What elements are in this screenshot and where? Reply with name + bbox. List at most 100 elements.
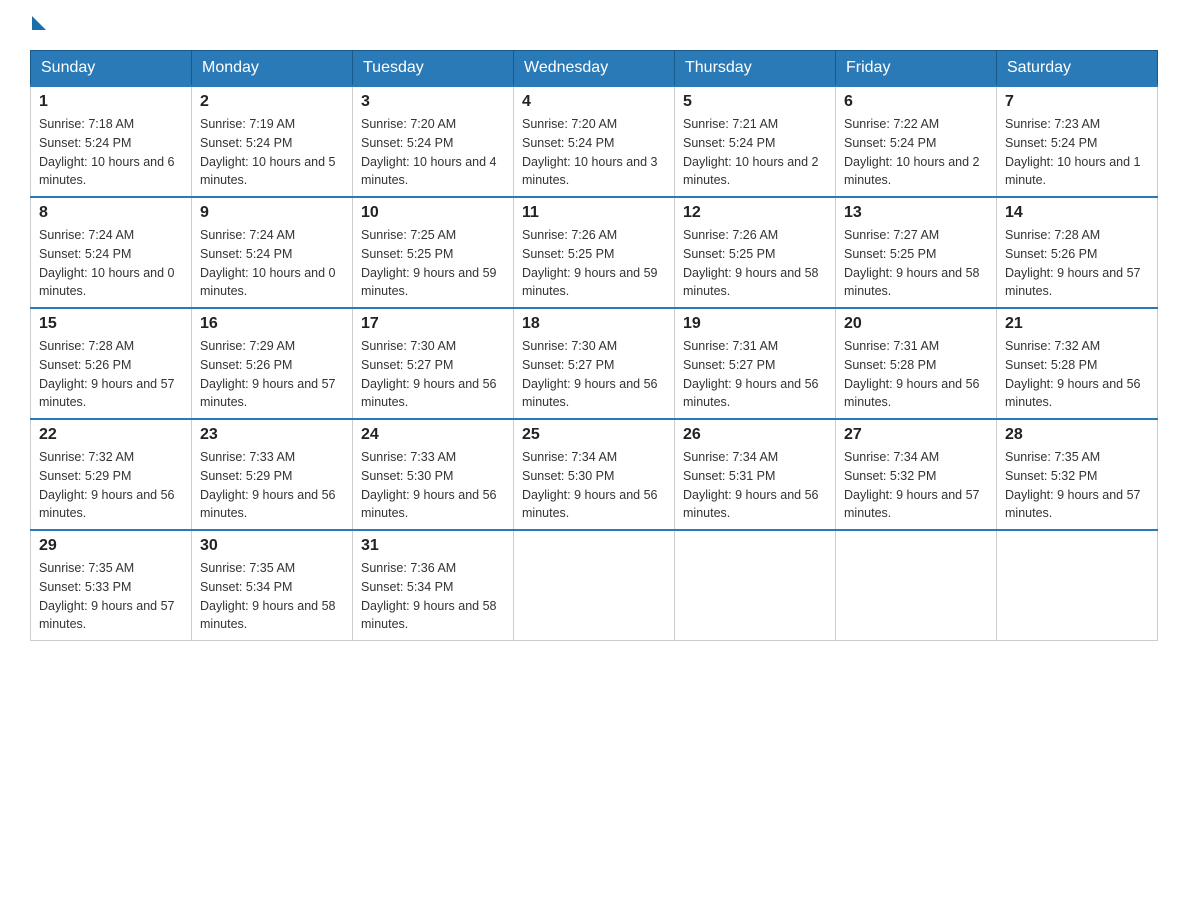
- day-info: Sunrise: 7:35 AMSunset: 5:33 PMDaylight:…: [39, 559, 183, 634]
- calendar-cell: 3 Sunrise: 7:20 AMSunset: 5:24 PMDayligh…: [353, 86, 514, 197]
- calendar-cell: 6 Sunrise: 7:22 AMSunset: 5:24 PMDayligh…: [836, 86, 997, 197]
- day-info: Sunrise: 7:34 AMSunset: 5:32 PMDaylight:…: [844, 448, 988, 523]
- calendar-cell: [836, 530, 997, 641]
- day-number: 20: [844, 315, 988, 333]
- calendar-cell: 19 Sunrise: 7:31 AMSunset: 5:27 PMDaylig…: [675, 308, 836, 419]
- day-header-thursday: Thursday: [675, 51, 836, 87]
- calendar-cell: 27 Sunrise: 7:34 AMSunset: 5:32 PMDaylig…: [836, 419, 997, 530]
- day-number: 4: [522, 93, 666, 111]
- day-number: 6: [844, 93, 988, 111]
- calendar-cell: 18 Sunrise: 7:30 AMSunset: 5:27 PMDaylig…: [514, 308, 675, 419]
- week-row-1: 1 Sunrise: 7:18 AMSunset: 5:24 PMDayligh…: [31, 86, 1158, 197]
- logo-arrow-icon: [32, 16, 46, 30]
- day-info: Sunrise: 7:34 AMSunset: 5:31 PMDaylight:…: [683, 448, 827, 523]
- day-header-wednesday: Wednesday: [514, 51, 675, 87]
- calendar-cell: 14 Sunrise: 7:28 AMSunset: 5:26 PMDaylig…: [997, 197, 1158, 308]
- calendar-cell: 17 Sunrise: 7:30 AMSunset: 5:27 PMDaylig…: [353, 308, 514, 419]
- day-info: Sunrise: 7:29 AMSunset: 5:26 PMDaylight:…: [200, 337, 344, 412]
- calendar-cell: 15 Sunrise: 7:28 AMSunset: 5:26 PMDaylig…: [31, 308, 192, 419]
- day-info: Sunrise: 7:31 AMSunset: 5:28 PMDaylight:…: [844, 337, 988, 412]
- day-info: Sunrise: 7:30 AMSunset: 5:27 PMDaylight:…: [361, 337, 505, 412]
- page-header: [30, 20, 1158, 30]
- day-number: 22: [39, 426, 183, 444]
- day-number: 9: [200, 204, 344, 222]
- day-header-saturday: Saturday: [997, 51, 1158, 87]
- week-row-2: 8 Sunrise: 7:24 AMSunset: 5:24 PMDayligh…: [31, 197, 1158, 308]
- day-info: Sunrise: 7:25 AMSunset: 5:25 PMDaylight:…: [361, 226, 505, 301]
- calendar-cell: 20 Sunrise: 7:31 AMSunset: 5:28 PMDaylig…: [836, 308, 997, 419]
- day-number: 25: [522, 426, 666, 444]
- day-info: Sunrise: 7:21 AMSunset: 5:24 PMDaylight:…: [683, 115, 827, 190]
- calendar-cell: [514, 530, 675, 641]
- day-info: Sunrise: 7:22 AMSunset: 5:24 PMDaylight:…: [844, 115, 988, 190]
- day-info: Sunrise: 7:18 AMSunset: 5:24 PMDaylight:…: [39, 115, 183, 190]
- calendar-cell: 26 Sunrise: 7:34 AMSunset: 5:31 PMDaylig…: [675, 419, 836, 530]
- day-number: 29: [39, 537, 183, 555]
- day-info: Sunrise: 7:32 AMSunset: 5:28 PMDaylight:…: [1005, 337, 1149, 412]
- day-number: 18: [522, 315, 666, 333]
- calendar-cell: 28 Sunrise: 7:35 AMSunset: 5:32 PMDaylig…: [997, 419, 1158, 530]
- calendar-cell: [675, 530, 836, 641]
- calendar-cell: 21 Sunrise: 7:32 AMSunset: 5:28 PMDaylig…: [997, 308, 1158, 419]
- calendar-cell: 7 Sunrise: 7:23 AMSunset: 5:24 PMDayligh…: [997, 86, 1158, 197]
- calendar-cell: 31 Sunrise: 7:36 AMSunset: 5:34 PMDaylig…: [353, 530, 514, 641]
- day-number: 28: [1005, 426, 1149, 444]
- day-number: 7: [1005, 93, 1149, 111]
- day-number: 27: [844, 426, 988, 444]
- day-number: 3: [361, 93, 505, 111]
- day-info: Sunrise: 7:23 AMSunset: 5:24 PMDaylight:…: [1005, 115, 1149, 190]
- day-number: 26: [683, 426, 827, 444]
- day-header-sunday: Sunday: [31, 51, 192, 87]
- calendar-cell: 29 Sunrise: 7:35 AMSunset: 5:33 PMDaylig…: [31, 530, 192, 641]
- calendar-cell: 1 Sunrise: 7:18 AMSunset: 5:24 PMDayligh…: [31, 86, 192, 197]
- day-number: 16: [200, 315, 344, 333]
- calendar-cell: 9 Sunrise: 7:24 AMSunset: 5:24 PMDayligh…: [192, 197, 353, 308]
- day-info: Sunrise: 7:26 AMSunset: 5:25 PMDaylight:…: [683, 226, 827, 301]
- day-info: Sunrise: 7:35 AMSunset: 5:32 PMDaylight:…: [1005, 448, 1149, 523]
- day-number: 1: [39, 93, 183, 111]
- day-info: Sunrise: 7:28 AMSunset: 5:26 PMDaylight:…: [39, 337, 183, 412]
- day-info: Sunrise: 7:33 AMSunset: 5:29 PMDaylight:…: [200, 448, 344, 523]
- day-header-monday: Monday: [192, 51, 353, 87]
- calendar-cell: 24 Sunrise: 7:33 AMSunset: 5:30 PMDaylig…: [353, 419, 514, 530]
- day-header-friday: Friday: [836, 51, 997, 87]
- day-number: 19: [683, 315, 827, 333]
- day-number: 24: [361, 426, 505, 444]
- day-number: 17: [361, 315, 505, 333]
- day-info: Sunrise: 7:34 AMSunset: 5:30 PMDaylight:…: [522, 448, 666, 523]
- week-row-3: 15 Sunrise: 7:28 AMSunset: 5:26 PMDaylig…: [31, 308, 1158, 419]
- calendar-cell: 30 Sunrise: 7:35 AMSunset: 5:34 PMDaylig…: [192, 530, 353, 641]
- week-row-5: 29 Sunrise: 7:35 AMSunset: 5:33 PMDaylig…: [31, 530, 1158, 641]
- day-number: 23: [200, 426, 344, 444]
- day-info: Sunrise: 7:33 AMSunset: 5:30 PMDaylight:…: [361, 448, 505, 523]
- day-info: Sunrise: 7:32 AMSunset: 5:29 PMDaylight:…: [39, 448, 183, 523]
- day-number: 13: [844, 204, 988, 222]
- calendar-cell: 12 Sunrise: 7:26 AMSunset: 5:25 PMDaylig…: [675, 197, 836, 308]
- calendar-cell: 16 Sunrise: 7:29 AMSunset: 5:26 PMDaylig…: [192, 308, 353, 419]
- day-info: Sunrise: 7:35 AMSunset: 5:34 PMDaylight:…: [200, 559, 344, 634]
- day-info: Sunrise: 7:24 AMSunset: 5:24 PMDaylight:…: [39, 226, 183, 301]
- day-header-tuesday: Tuesday: [353, 51, 514, 87]
- day-number: 14: [1005, 204, 1149, 222]
- day-number: 11: [522, 204, 666, 222]
- day-number: 15: [39, 315, 183, 333]
- calendar-table: SundayMondayTuesdayWednesdayThursdayFrid…: [30, 50, 1158, 641]
- calendar-cell: 4 Sunrise: 7:20 AMSunset: 5:24 PMDayligh…: [514, 86, 675, 197]
- day-info: Sunrise: 7:31 AMSunset: 5:27 PMDaylight:…: [683, 337, 827, 412]
- day-number: 31: [361, 537, 505, 555]
- calendar-cell: 8 Sunrise: 7:24 AMSunset: 5:24 PMDayligh…: [31, 197, 192, 308]
- day-number: 5: [683, 93, 827, 111]
- day-info: Sunrise: 7:19 AMSunset: 5:24 PMDaylight:…: [200, 115, 344, 190]
- calendar-cell: 23 Sunrise: 7:33 AMSunset: 5:29 PMDaylig…: [192, 419, 353, 530]
- calendar-cell: 10 Sunrise: 7:25 AMSunset: 5:25 PMDaylig…: [353, 197, 514, 308]
- day-info: Sunrise: 7:26 AMSunset: 5:25 PMDaylight:…: [522, 226, 666, 301]
- day-number: 21: [1005, 315, 1149, 333]
- day-info: Sunrise: 7:36 AMSunset: 5:34 PMDaylight:…: [361, 559, 505, 634]
- calendar-cell: 13 Sunrise: 7:27 AMSunset: 5:25 PMDaylig…: [836, 197, 997, 308]
- day-info: Sunrise: 7:20 AMSunset: 5:24 PMDaylight:…: [522, 115, 666, 190]
- day-info: Sunrise: 7:27 AMSunset: 5:25 PMDaylight:…: [844, 226, 988, 301]
- calendar-cell: 22 Sunrise: 7:32 AMSunset: 5:29 PMDaylig…: [31, 419, 192, 530]
- week-row-4: 22 Sunrise: 7:32 AMSunset: 5:29 PMDaylig…: [31, 419, 1158, 530]
- logo: [30, 20, 46, 30]
- day-number: 30: [200, 537, 344, 555]
